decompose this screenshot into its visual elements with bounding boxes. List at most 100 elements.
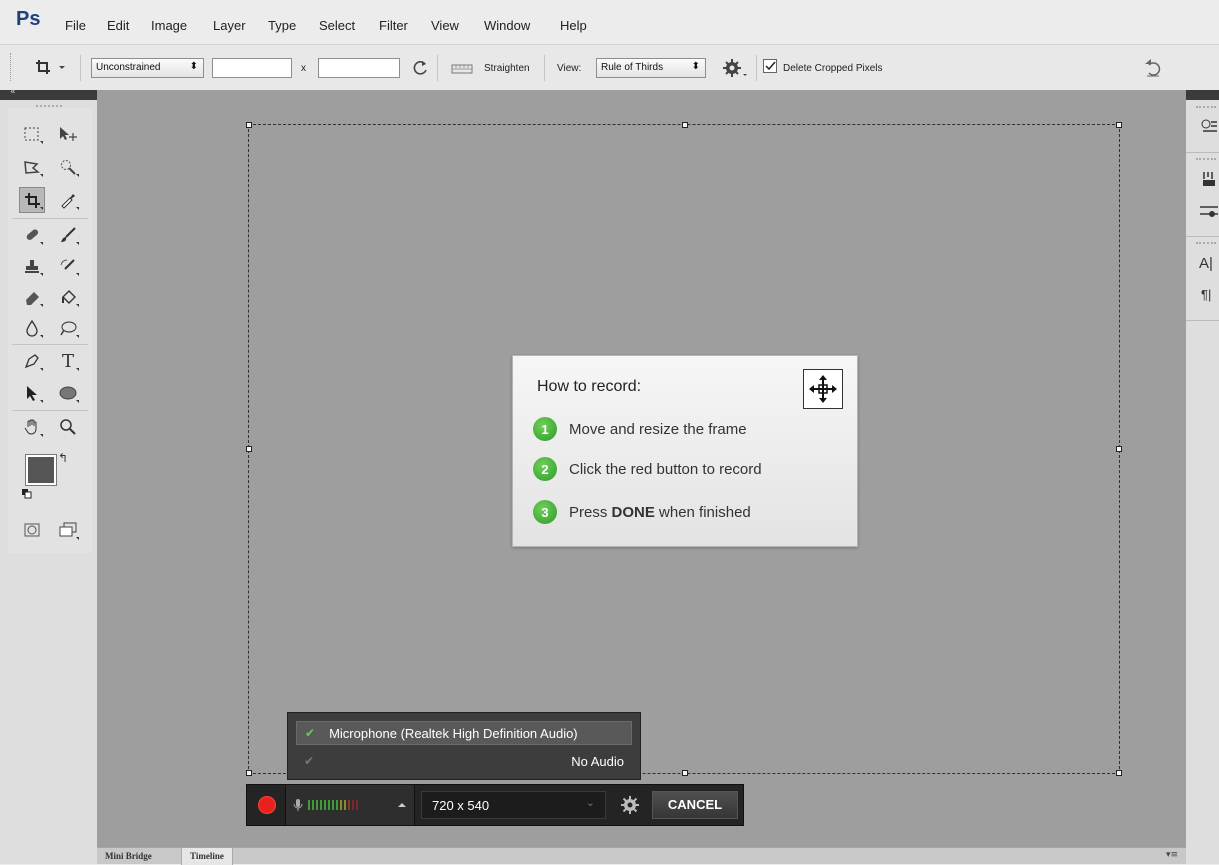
history-brush-tool-icon[interactable] <box>56 254 80 278</box>
quick-selection-tool-icon[interactable] <box>56 155 80 179</box>
bottom-panel-tabs: Mini Bridge Timeline ▾≡ <box>97 847 1186 865</box>
resize-handle-top-right[interactable] <box>1116 122 1122 128</box>
panel-grip[interactable] <box>36 105 62 107</box>
delete-cropped-label[interactable]: Delete Cropped Pixels <box>783 63 883 74</box>
clone-stamp-tool-icon[interactable] <box>20 254 44 278</box>
straighten-label[interactable]: Straighten <box>484 63 530 74</box>
separator <box>80 55 81 81</box>
step-text: Move and resize the frame <box>569 420 747 438</box>
paragraph-panel-icon[interactable]: ¶| <box>1201 287 1211 302</box>
gear-icon[interactable] <box>619 794 641 819</box>
resize-handle-top[interactable] <box>682 122 688 128</box>
microphone-icon <box>293 799 303 811</box>
reset-icon[interactable] <box>1141 57 1165 82</box>
crop-tool-preset-icon[interactable] <box>33 57 67 80</box>
swap-dimensions-icon[interactable] <box>410 58 432 81</box>
move-frame-icon[interactable] <box>803 369 843 409</box>
options-bar-grip[interactable] <box>10 53 14 81</box>
audio-menu-toggle-icon <box>398 803 406 807</box>
menu-select[interactable]: Select <box>319 18 355 33</box>
tool-group-divider <box>12 410 88 411</box>
checkmark-icon: ✔ <box>305 726 316 740</box>
adjustments-sliders-icon[interactable] <box>1200 202 1218 223</box>
cancel-button[interactable]: CANCEL <box>652 791 738 819</box>
crop-tool-icon[interactable] <box>19 187 45 213</box>
resize-handle-bottom-left[interactable] <box>246 770 252 776</box>
eyedropper-tool-icon[interactable] <box>56 188 80 212</box>
paint-bucket-tool-icon[interactable] <box>56 285 80 309</box>
step-1: 1 Move and resize the frame <box>533 417 747 441</box>
resize-handle-bottom[interactable] <box>682 770 688 776</box>
tool-group-divider <box>12 218 88 219</box>
pen-tool-icon[interactable] <box>20 349 44 373</box>
type-tool-icon[interactable]: T <box>56 349 80 373</box>
menu-layer[interactable]: Layer <box>213 18 246 33</box>
panel-divider <box>1186 152 1219 153</box>
audio-source-menu: ✔ Microphone (Realtek High Definition Au… <box>287 712 641 780</box>
collapse-panel-icon[interactable]: « <box>10 87 16 97</box>
select-arrows-icon: ⬍ <box>189 61 198 72</box>
crop-width-input[interactable] <box>212 58 292 78</box>
audio-level-control[interactable] <box>285 785 415 825</box>
brush-presets-icon[interactable] <box>1200 170 1218 191</box>
record-button[interactable] <box>258 796 276 814</box>
resize-handle-bottom-right[interactable] <box>1116 770 1122 776</box>
done-keyword: DONE <box>611 503 655 521</box>
step-number-badge: 3 <box>533 500 557 524</box>
layer-comps-icon[interactable] <box>1200 118 1218 139</box>
healing-brush-tool-icon[interactable] <box>20 223 44 247</box>
ratio-select[interactable]: Unconstrained ⬍ <box>91 58 204 78</box>
quick-mask-icon[interactable] <box>20 518 44 542</box>
resize-handle-top-left[interactable] <box>246 122 252 128</box>
menu-image[interactable]: Image <box>151 18 187 33</box>
audio-level-meter <box>308 800 358 810</box>
frame-size-select[interactable]: 720 x 540 ⌄ <box>421 791 606 819</box>
menu-edit[interactable]: Edit <box>107 18 129 33</box>
menu-view[interactable]: View <box>431 18 459 33</box>
lasso-tool-icon[interactable] <box>20 155 44 179</box>
dodge-tool-icon[interactable] <box>56 316 80 340</box>
gear-icon[interactable] <box>722 58 748 81</box>
zoom-tool-icon[interactable] <box>56 415 80 439</box>
swap-colors-icon[interactable]: ↰ <box>58 451 68 465</box>
hand-tool-icon[interactable] <box>20 415 44 439</box>
audio-option-no-audio[interactable]: ✔ No Audio <box>296 749 632 773</box>
menu-help[interactable]: Help <box>560 18 587 33</box>
photoshop-logo: Ps <box>16 8 41 30</box>
menu-file[interactable]: File <box>65 18 86 33</box>
panel-grip[interactable] <box>1196 242 1216 244</box>
audio-option-microphone[interactable]: ✔ Microphone (Realtek High Definition Au… <box>296 721 632 745</box>
tool-strip: T ↰ <box>8 108 92 553</box>
panel-grip[interactable] <box>1196 106 1216 108</box>
screen-mode-icon[interactable] <box>56 518 80 542</box>
chevron-down-icon: ⌄ <box>585 797 595 809</box>
foreground-color-swatch[interactable] <box>25 454 57 486</box>
tab-mini-bridge[interactable]: Mini Bridge <box>97 848 160 865</box>
menu-type[interactable]: Type <box>268 18 296 33</box>
how-to-record-panel: How to record: 1 Move and resize the fra… <box>512 355 858 547</box>
brush-tool-icon[interactable] <box>56 223 80 247</box>
step-3: 3 Press DONE when finished <box>533 500 751 524</box>
default-colors-icon[interactable] <box>22 488 32 499</box>
marquee-tool-icon[interactable] <box>20 122 44 146</box>
resize-handle-left[interactable] <box>246 446 252 452</box>
overlay-view-select[interactable]: Rule of Thirds ⬍ <box>596 58 706 78</box>
eraser-tool-icon[interactable] <box>20 285 44 309</box>
crop-height-input[interactable] <box>318 58 400 78</box>
menu-filter[interactable]: Filter <box>379 18 408 33</box>
panel-grip[interactable] <box>1196 158 1216 160</box>
straighten-icon[interactable] <box>448 59 476 80</box>
menu-window[interactable]: Window <box>484 18 530 33</box>
path-selection-tool-icon[interactable] <box>20 381 44 405</box>
dimension-separator: x <box>301 63 306 74</box>
options-bar: Unconstrained ⬍ x Straighten View: Rule o… <box>0 44 1219 92</box>
ellipse-tool-icon[interactable] <box>56 381 80 405</box>
blur-tool-icon[interactable] <box>20 316 44 340</box>
tab-timeline[interactable]: Timeline <box>181 848 233 865</box>
resize-handle-right[interactable] <box>1116 446 1122 452</box>
panel-divider <box>1186 236 1219 237</box>
panel-menu-icon[interactable]: ▾≡ <box>1166 850 1178 860</box>
delete-cropped-checkbox[interactable] <box>763 59 777 73</box>
character-panel-icon[interactable]: A| <box>1199 255 1213 272</box>
move-tool-icon[interactable] <box>56 122 80 146</box>
